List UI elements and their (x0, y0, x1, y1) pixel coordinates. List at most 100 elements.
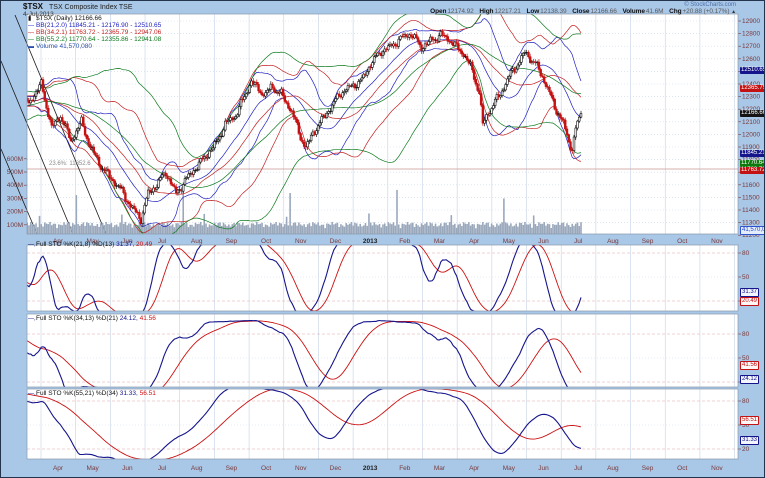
svg-text:400M: 400M (7, 182, 23, 189)
volume-label: Volume (622, 8, 644, 15)
svg-text:Feb: Feb (399, 238, 411, 245)
svg-text:Nov: Nov (711, 238, 723, 245)
svg-text:May: May (503, 465, 516, 472)
axis-chip: 11763.72 (740, 167, 765, 174)
svg-text:Jul: Jul (574, 465, 583, 472)
svg-text:12600: 12600 (742, 56, 760, 63)
svg-text:Sep: Sep (226, 465, 238, 472)
svg-text:50: 50 (742, 274, 750, 281)
line-swatch-icon: — (28, 242, 36, 248)
legend-volume-text: Volume 41,570,080 (36, 43, 92, 50)
svg-text:12100: 12100 (742, 119, 760, 126)
svg-text:100M: 100M (7, 222, 23, 229)
axis-chip: 41,570,080 (740, 226, 765, 235)
legend: ▮$TSX (Daily) 12166.66 —BB(21,2.0) 11845… (28, 15, 161, 50)
svg-text:80: 80 (742, 250, 750, 257)
legend-bb55-row[interactable]: —BB(55,2.2) 11770.64 - 12355.86 - 12941.… (28, 36, 161, 43)
svg-text:2013: 2013 (363, 238, 378, 245)
svg-text:Oct: Oct (677, 465, 687, 472)
panel1-d-value: 20.49 (136, 241, 152, 248)
svg-text:Dec: Dec (330, 465, 342, 472)
svg-text:12000: 12000 (742, 131, 760, 138)
axis-chip: 24.12 (740, 375, 759, 384)
low-label: Low (526, 8, 539, 15)
svg-text:12700: 12700 (742, 43, 760, 50)
legend-bb55-text: BB(55,2.2) 11770.64 - 12355.86 - 12941.0… (36, 36, 161, 43)
panel2-label[interactable]: —Full STO %K(34,13) %D(21) 24.1241.56 (28, 316, 156, 323)
svg-text:11400: 11400 (742, 207, 760, 214)
svg-text:May: May (503, 238, 516, 245)
legend-bb34-text: BB(34,2.1) 11763.72 - 12365.79 - 12947.0… (36, 29, 161, 36)
svg-text:Oct: Oct (677, 238, 687, 245)
svg-text:Aug: Aug (607, 465, 619, 472)
svg-text:Sep: Sep (642, 465, 654, 472)
legend-bb21-row[interactable]: —BB(21,2.0) 11845.21 - 12176.90 - 12510.… (28, 22, 161, 29)
axis-chip: 11770.64 (740, 160, 765, 167)
svg-text:May: May (87, 465, 100, 472)
svg-text:Jun: Jun (122, 465, 133, 472)
svg-text:12900: 12900 (742, 18, 760, 25)
legend-bb21-text: BB(21,2.0) 11845.21 - 12176.90 - 12510.6… (36, 22, 161, 29)
chart-title: TSX Composite Index TSE (49, 4, 133, 11)
line-swatch-icon: — (28, 316, 36, 322)
svg-text:80: 80 (742, 398, 750, 405)
panel3-label[interactable]: —Full STO %K(55,21) %D(34) 31.3356.51 (28, 391, 156, 398)
svg-text:Nov: Nov (295, 238, 307, 245)
legend-volume-row[interactable]: ▬Volume 41,570,080 (28, 43, 161, 50)
chart-canvas: 1290012800127001260012500124001230012200… (1, 1, 765, 478)
svg-text:Nov: Nov (295, 465, 307, 472)
panel1-label[interactable]: —Full STO %K(21,8) %D(13) 31.3720.49 (28, 242, 152, 249)
fib-retracement-label: 23.6%: 11852.6 (49, 161, 91, 167)
panel2-k-value: 24.12 (120, 315, 140, 322)
svg-text:Apr: Apr (469, 465, 480, 472)
svg-text:Apr: Apr (469, 238, 480, 245)
line-swatch-icon: — (28, 391, 36, 397)
symbol[interactable]: $TSX (23, 3, 43, 11)
svg-text:Jul: Jul (158, 238, 167, 245)
panel3-d-value: 56.51 (140, 390, 156, 397)
svg-text:Nov: Nov (711, 465, 723, 472)
axis-chip: 31.37 (740, 288, 759, 297)
chg-value: +20.88 (+0.17%) (682, 8, 729, 15)
svg-text:Aug: Aug (191, 238, 203, 245)
svg-text:11500: 11500 (742, 194, 760, 201)
chg-up-arrow-icon: ▲ (731, 9, 736, 15)
axis-chip: 11845.21 (740, 150, 765, 157)
close-value: 12166.66 (590, 8, 616, 15)
svg-text:Sep: Sep (226, 238, 238, 245)
axis-chip: 20.49 (740, 297, 759, 306)
axis-chip: 12365.79 (740, 85, 765, 92)
close-label: Close (572, 8, 589, 15)
axis-chip: 41.56 (740, 361, 759, 370)
svg-text:20: 20 (742, 446, 750, 453)
svg-text:Oct: Oct (261, 238, 271, 245)
low-value: 12138.39 (540, 8, 566, 15)
svg-text:300M: 300M (7, 195, 23, 202)
svg-text:200M: 200M (7, 209, 23, 216)
high-label: High (479, 8, 493, 15)
svg-text:Feb: Feb (399, 465, 411, 472)
chart-window: 1290012800127001260012500124001230012200… (0, 0, 765, 478)
svg-text:Jun: Jun (538, 465, 549, 472)
volume-bars-icon: ▬ (28, 44, 36, 51)
svg-text:Jun: Jun (538, 238, 549, 245)
panel3-k-value: 31.33 (120, 390, 140, 397)
svg-text:Jul: Jul (158, 465, 167, 472)
open-value: 12174.92 (447, 8, 473, 15)
svg-text:Sep: Sep (642, 238, 654, 245)
axis-chip: 56.51 (740, 416, 759, 425)
legend-bb34-row[interactable]: —BB(34,2.1) 11763.72 - 12365.79 - 12947.… (28, 29, 161, 36)
svg-text:Oct: Oct (261, 465, 271, 472)
svg-text:Aug: Aug (191, 465, 203, 472)
panel1-k-value: 31.37 (116, 241, 136, 248)
svg-text:600M: 600M (7, 156, 23, 163)
high-value: 12217.21 (494, 8, 520, 15)
volume-value: 41.6M (646, 8, 664, 15)
legend-price-row[interactable]: ▮$TSX (Daily) 12166.66 (28, 15, 161, 22)
svg-text:80: 80 (742, 331, 750, 338)
svg-text:2013: 2013 (363, 465, 378, 472)
svg-text:11600: 11600 (742, 182, 760, 189)
svg-text:12800: 12800 (742, 31, 760, 38)
svg-text:Aug: Aug (607, 238, 619, 245)
axis-chip: 12510.65 (740, 67, 765, 74)
